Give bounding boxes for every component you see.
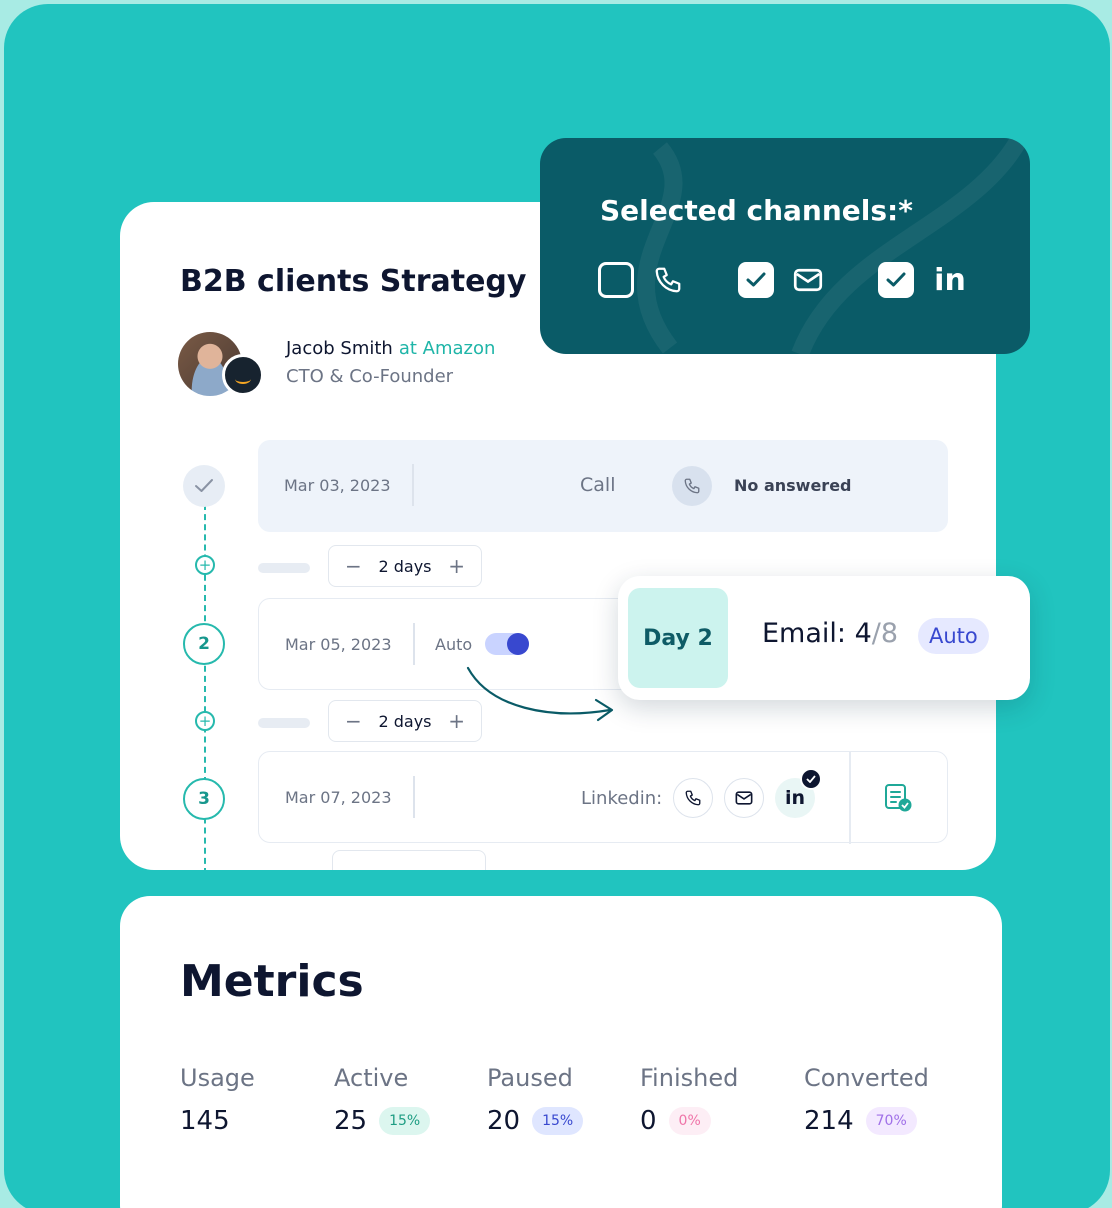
delay-value: 2 days [378,556,432,576]
step-date: Mar 03, 2023 [284,476,391,495]
person-role: CTO & Co-Founder [286,366,454,387]
decorative-swirl [637,138,1028,354]
metric-finished: Finished 0 0% [640,1064,738,1136]
metric-value: 20 [487,1106,521,1136]
phone-icon [650,262,686,298]
phone-icon [672,466,712,506]
metric-value: 0 [640,1106,657,1136]
metric-label: Converted [804,1064,929,1092]
metric-label: Active [334,1064,409,1092]
delay-stepper-partial [332,850,486,870]
decrement-button[interactable]: − [345,556,362,576]
metric-label: Usage [180,1064,255,1092]
mail-icon[interactable] [724,778,764,818]
auto-badge: Auto [918,618,989,654]
step-number: 3 [183,778,225,820]
email-channel-checkbox[interactable] [738,262,774,298]
document-check-icon[interactable] [883,783,913,817]
delay-value: 2 days [378,711,432,731]
metric-badge: 15% [532,1107,584,1135]
toggle-knob [507,633,529,655]
metric-badge: 0% [668,1107,711,1135]
strategy-title: B2B clients Strategy [180,264,527,299]
day-label: Day 2 [628,588,728,688]
delay-stepper[interactable]: − 2 days + [328,700,482,742]
phone-icon[interactable] [673,778,713,818]
metric-value: 214 [804,1106,854,1136]
person-company[interactable]: at Amazon [399,338,496,359]
email-progress: Email: 4/8 [762,618,898,649]
add-step-icon[interactable]: + [195,555,215,575]
step-number: 2 [183,623,225,665]
check-badge-icon [800,768,822,790]
phone-channel-checkbox[interactable] [598,262,634,298]
channels-title: Selected channels:* [600,194,913,227]
step-channel: Call [580,474,616,496]
step-row-multichannel[interactable]: Mar 07, 2023 Linkedin: in [258,751,948,844]
metrics-title: Metrics [180,956,364,1007]
decrement-button[interactable]: − [345,711,362,731]
avatar[interactable] [178,332,268,402]
email-slash: / [871,618,881,649]
email-total: 8 [880,618,899,649]
mail-icon [790,262,826,298]
metric-badge: 70% [865,1107,917,1135]
metric-label: Finished [640,1064,739,1092]
step-completed-check-icon [183,465,225,507]
app-canvas: B2B clients Strategy Jacob Smith at Amazo… [4,4,1110,1208]
metric-active: Active 25 15% [334,1064,431,1136]
step-row-call[interactable]: Mar 03, 2023 Call No answered [258,440,948,532]
metric-usage: Usage 145 [180,1064,255,1136]
linkedin-channel-checkbox[interactable] [878,262,914,298]
metric-value: 25 [334,1106,368,1136]
auto-label: Auto [435,635,473,654]
day-summary-card[interactable]: Day 2 Email: 4/8 Auto [618,576,1030,700]
delay-placeholder [258,718,310,728]
step-status: No answered [734,476,852,495]
metric-badge: 15% [379,1107,431,1135]
delay-placeholder [258,563,310,573]
company-logo-icon [222,354,264,396]
row-divider [412,464,414,506]
step-date: Mar 07, 2023 [285,788,392,807]
metric-converted: Converted 214 70% [804,1064,929,1136]
row-divider [849,752,851,844]
email-label: Email: [762,618,847,649]
row-divider [413,623,415,665]
add-step-icon[interactable]: + [195,711,215,731]
row-divider [413,776,415,818]
metric-value: 145 [180,1106,230,1136]
metric-paused: Paused 20 15% [487,1064,584,1136]
metrics-card: Metrics Usage 145 Active 25 15% Paused 2… [120,896,1002,1208]
selected-channels-card: Selected channels:* in [540,138,1030,354]
person-name[interactable]: Jacob Smith [286,338,393,359]
connector-arrow-icon [466,666,614,722]
auto-toggle[interactable] [485,633,529,655]
person-name-line: Jacob Smith at Amazon [286,338,495,359]
linkedin-icon: in [934,262,966,298]
step-date: Mar 05, 2023 [285,635,392,654]
metric-label: Paused [487,1064,573,1092]
delay-stepper[interactable]: − 2 days + [328,545,482,587]
channels-label: Linkedin: [581,788,663,809]
increment-button[interactable]: + [448,556,465,576]
email-current: 4 [854,618,872,649]
